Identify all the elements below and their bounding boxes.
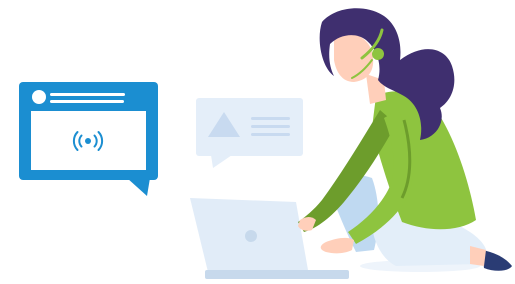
notification-window bbox=[19, 82, 158, 196]
alert-line-3 bbox=[251, 133, 290, 136]
headset-earpiece bbox=[372, 48, 384, 60]
alert-bubble bbox=[196, 98, 303, 168]
alert-line-2 bbox=[251, 125, 290, 128]
shoe bbox=[482, 250, 512, 271]
alert-bubble-tail bbox=[211, 155, 232, 168]
avatar-dot bbox=[32, 90, 46, 104]
laptop-base bbox=[205, 270, 349, 279]
header-line-1 bbox=[50, 93, 125, 96]
notification-window-tail bbox=[127, 178, 150, 196]
header-line-2 bbox=[50, 100, 124, 103]
woman-figure bbox=[298, 8, 512, 272]
alert-line-1 bbox=[251, 117, 290, 120]
hand-front bbox=[320, 237, 354, 254]
illustration-canvas bbox=[0, 0, 515, 284]
illustration bbox=[19, 8, 512, 279]
hand-back bbox=[298, 217, 316, 231]
laptop-logo bbox=[245, 230, 257, 242]
